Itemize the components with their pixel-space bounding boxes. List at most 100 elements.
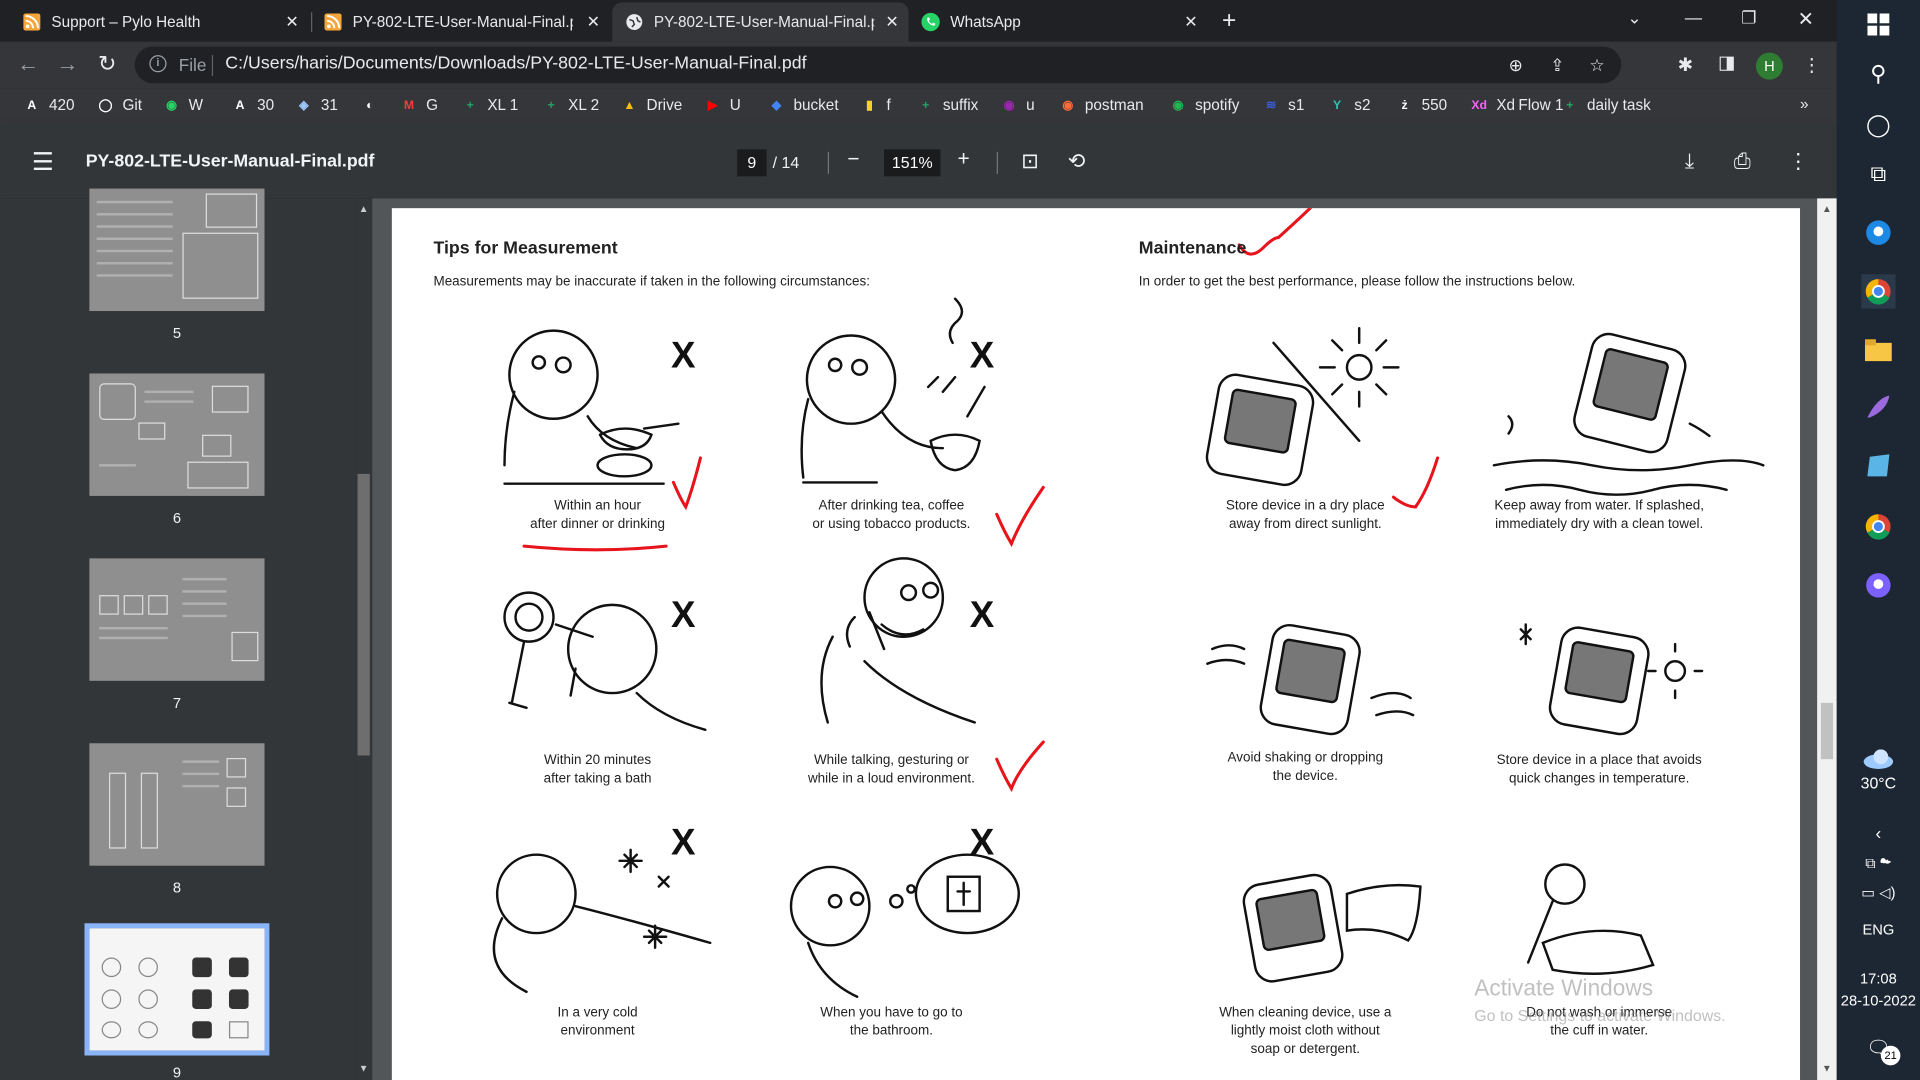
close-window-icon[interactable]: ✕	[1798, 7, 1814, 31]
bookmark-item[interactable]: ◈ 31	[294, 96, 338, 116]
bookmark-item[interactable]: ≋ s1	[1261, 96, 1304, 116]
bookmark-icon: +	[1566, 98, 1574, 113]
thumbnail-page-7[interactable]	[89, 558, 265, 681]
bookmark-item[interactable]: Flow 1	[1491, 96, 1563, 116]
share-icon[interactable]: ⇪	[1550, 55, 1564, 76]
bookmark-item[interactable]: ◆ bucket	[767, 96, 839, 116]
print-icon[interactable]: ⎙	[1734, 149, 1751, 173]
clock-date[interactable]: 28-10-2022	[1837, 992, 1920, 1009]
scroll-down-icon[interactable]: ▼	[359, 1063, 369, 1074]
fit-page-icon[interactable]: ⊡	[1021, 149, 1038, 173]
tray-icons[interactable]: ⧉ ☁	[1837, 855, 1920, 873]
close-icon[interactable]: ✕	[285, 12, 298, 32]
thumbnail-page-5[interactable]	[89, 188, 265, 312]
bookmark-item[interactable]: ◉ postman	[1058, 96, 1144, 116]
download-icon[interactable]: ⤓	[1685, 149, 1694, 173]
network-volume-icon[interactable]: ▭ ◁)	[1837, 884, 1920, 901]
tab-whatsapp[interactable]: WhatsApp ✕	[909, 2, 1208, 41]
bookmark-item[interactable]: ◉ spotify	[1168, 96, 1240, 116]
file-explorer-icon[interactable]	[1861, 333, 1895, 367]
scroll-up-icon[interactable]: ▲	[1822, 203, 1832, 214]
thumbnail-page-8[interactable]	[89, 743, 265, 866]
scrollbar-thumb[interactable]	[1820, 702, 1834, 760]
close-icon[interactable]: ✕	[885, 12, 898, 32]
caption-shaking: Avoid shaking or dropping the device.	[1227, 750, 1384, 784]
bookmark-star-icon[interactable]: ☆	[1589, 55, 1604, 76]
bookmark-label: Flow 1	[1518, 96, 1564, 114]
sidepanel-icon[interactable]: ◨	[1718, 51, 1735, 74]
address-bar[interactable]: i File C:/Users/haris/Documents/Download…	[134, 46, 1622, 84]
bookmark-item[interactable]: ◉ W	[162, 96, 203, 116]
new-tab-button[interactable]: +	[1222, 7, 1236, 35]
bookmark-item[interactable]: ▲ Drive	[620, 96, 682, 116]
close-icon[interactable]: ✕	[587, 12, 600, 32]
tab-manual-1[interactable]: PY-802-LTE-User-Manual-Final.pdf ✕	[311, 2, 610, 41]
feather-app-icon[interactable]	[1861, 389, 1895, 423]
bookmark-label: 31	[320, 96, 338, 114]
bookmark-item[interactable]: A 420	[22, 96, 74, 116]
thumbnail-page-6[interactable]	[89, 373, 265, 496]
weather-temp[interactable]: 30°C	[1837, 774, 1920, 792]
notes-app-icon[interactable]	[1861, 448, 1895, 482]
bookmark-item[interactable]: ▶ U	[703, 96, 741, 116]
close-icon[interactable]: ✕	[1184, 12, 1197, 32]
hamburger-menu-icon[interactable]: ☰	[32, 147, 54, 178]
extensions-icon[interactable]: ✱	[1678, 54, 1693, 76]
bookmark-item[interactable]: + XL 2	[541, 96, 599, 116]
forward-icon[interactable]: →	[56, 51, 78, 77]
more-options-icon[interactable]: ⋮	[1788, 149, 1809, 173]
chrome-profile-icon[interactable]	[1861, 509, 1895, 543]
x-mark: X	[969, 335, 995, 376]
bookmark-item[interactable]: MG	[399, 96, 438, 116]
bookmarks-overflow-icon[interactable]: »	[1800, 96, 1809, 113]
scroll-up-icon[interactable]: ▲	[359, 203, 369, 214]
back-icon[interactable]: ←	[17, 51, 39, 77]
chrome-icon[interactable]	[1861, 274, 1896, 309]
bookmark-item[interactable]: ż 550	[1395, 96, 1447, 116]
info-icon[interactable]: i	[149, 55, 167, 73]
language-indicator[interactable]: ENG	[1837, 921, 1920, 938]
weather-cloud-icon[interactable]	[1861, 742, 1895, 776]
bookmark-item[interactable]: ▮ f	[860, 96, 891, 116]
zoom-input[interactable]: 151%	[884, 149, 941, 177]
rotate-icon[interactable]: ⟲	[1068, 149, 1085, 173]
thumbnail-page-9[interactable]	[84, 923, 270, 1056]
zoom-in-icon[interactable]: +	[958, 147, 970, 171]
scrollbar-thumb[interactable]	[357, 473, 370, 756]
search-icon[interactable]: ⚲	[1861, 56, 1895, 90]
bookmark-icon: ◉	[1003, 98, 1015, 113]
tab-search-icon[interactable]: ⌄	[1627, 7, 1641, 28]
tab-manual-active[interactable]: PY-802-LTE-User-Manual-Final.pdf ✕	[612, 2, 909, 42]
bookmark-label: postman	[1084, 96, 1144, 114]
cortana-icon[interactable]: ◯	[1861, 108, 1895, 142]
main-scrollbar[interactable]: ▲ ▼	[1817, 198, 1837, 1080]
bookmark-icon: ▶	[707, 98, 718, 113]
bookmark-item[interactable]: + suffix	[916, 96, 978, 116]
bookmark-item[interactable]: ◯ Git	[96, 96, 142, 116]
menu-dots-icon[interactable]: ⋮	[1802, 54, 1820, 76]
zoom-out-icon[interactable]: −	[847, 147, 859, 171]
bookmark-item[interactable]: + XL 1	[460, 96, 519, 116]
chevron-up-icon[interactable]: ‹	[1837, 823, 1920, 843]
github-icon[interactable]	[1861, 568, 1895, 602]
page-number-input[interactable]: 9	[737, 149, 767, 177]
windows-start-icon[interactable]	[1861, 7, 1895, 41]
bookmark-label: U	[729, 96, 741, 114]
tab-support[interactable]: Support – Pylo Health ✕	[10, 2, 309, 41]
maps-icon[interactable]	[1861, 216, 1895, 250]
sidebar-scrollbar[interactable]: ▲ ▼	[355, 198, 373, 1080]
scroll-down-icon[interactable]: ▼	[1822, 1063, 1832, 1074]
bookmark-item[interactable]: Ys2	[1327, 96, 1370, 116]
task-view-icon[interactable]: ⧉	[1861, 157, 1895, 191]
restore-icon[interactable]: ❐	[1741, 7, 1756, 28]
url-text[interactable]: C:/Users/haris/Documents/Downloads/PY-80…	[225, 54, 806, 74]
bookmark-item[interactable]: + daily task	[1560, 96, 1651, 116]
avatar[interactable]: H	[1755, 52, 1783, 80]
bookmark-item[interactable]: ◐	[360, 96, 387, 116]
bookmark-item[interactable]: A 30	[230, 96, 275, 116]
zoom-icon[interactable]: ⊕	[1509, 55, 1523, 76]
bookmark-item[interactable]: ◉ u	[999, 96, 1035, 116]
minimize-icon[interactable]: —	[1685, 7, 1702, 27]
clock-time[interactable]: 17:08	[1837, 970, 1920, 987]
reload-icon[interactable]: ↻	[98, 51, 116, 77]
